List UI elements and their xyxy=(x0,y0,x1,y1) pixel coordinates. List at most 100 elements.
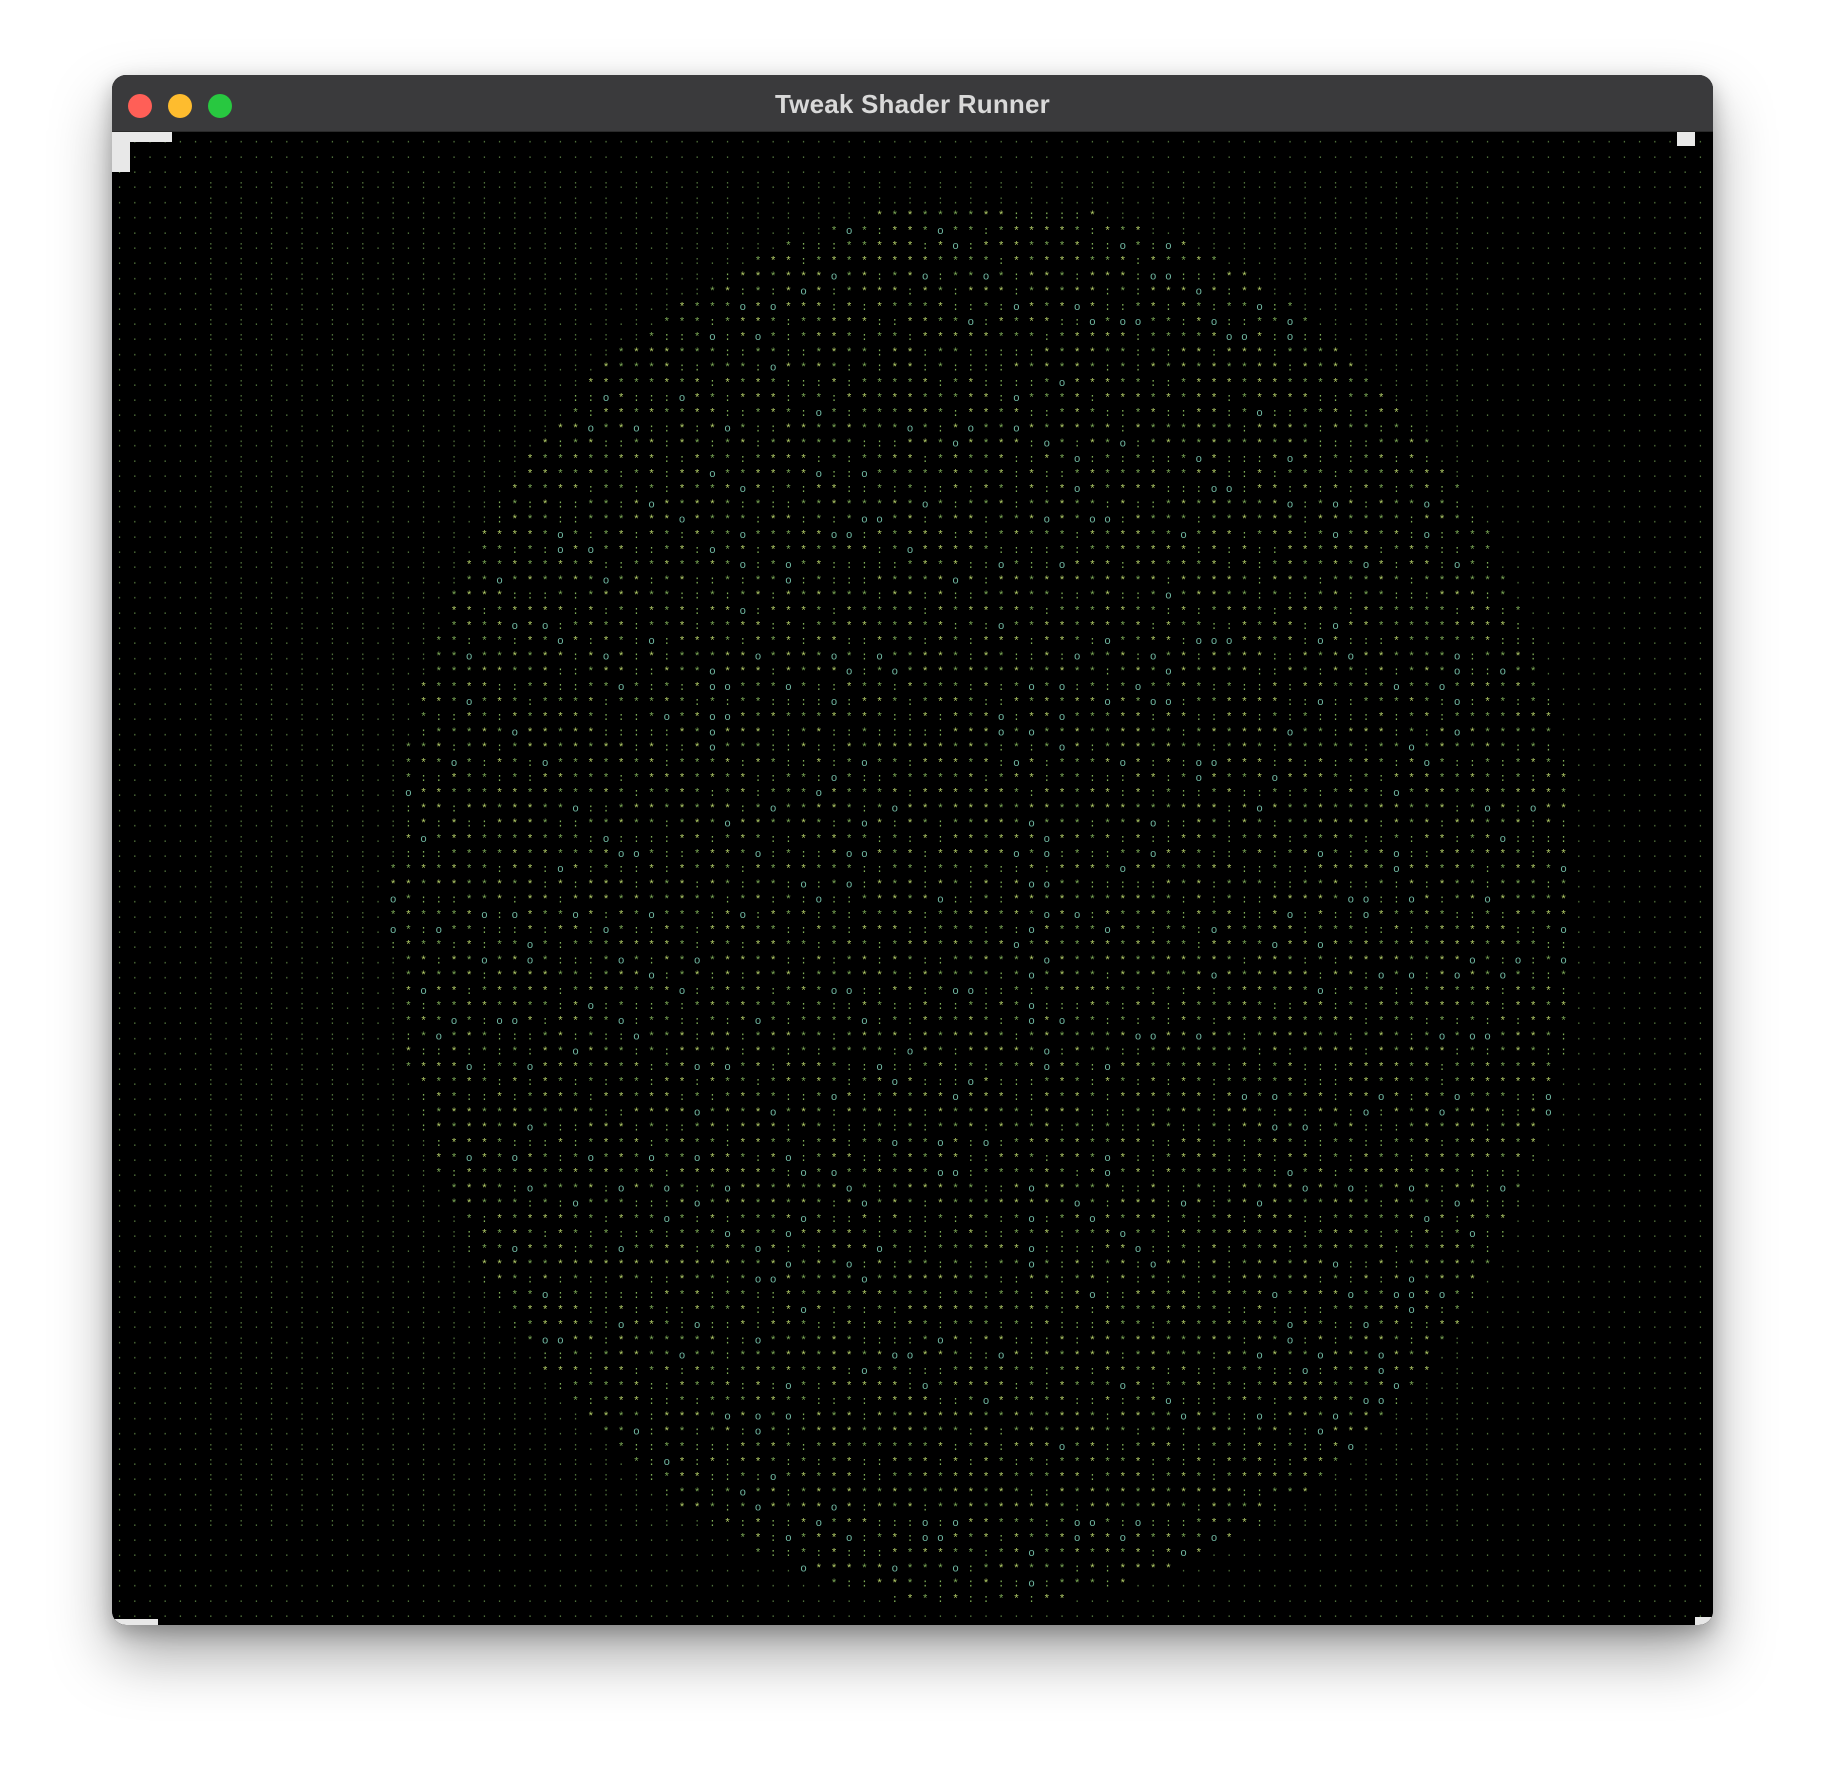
svg-text:.: . xyxy=(116,849,123,861)
svg-text:*: * xyxy=(572,575,579,587)
shader-viewport[interactable]: ........................................… xyxy=(112,132,1713,1625)
svg-text::: : xyxy=(785,758,792,770)
svg-text:.: . xyxy=(253,712,260,724)
svg-text::: : xyxy=(1393,484,1400,496)
svg-text:*: * xyxy=(876,697,883,709)
svg-text:.: . xyxy=(1667,454,1674,466)
svg-text:.: . xyxy=(1347,135,1354,147)
svg-text:.: . xyxy=(116,697,123,709)
svg-text:*: * xyxy=(1028,302,1035,314)
svg-text:o: o xyxy=(709,712,716,724)
svg-text:.: . xyxy=(466,226,473,238)
svg-text:.: . xyxy=(1515,393,1522,405)
svg-text:.: . xyxy=(223,621,230,633)
svg-text:.: . xyxy=(1499,530,1506,542)
svg-text:*: * xyxy=(527,834,534,846)
svg-text:.: . xyxy=(1667,773,1674,785)
svg-text::: : xyxy=(299,469,306,481)
svg-text::: : xyxy=(983,317,990,329)
svg-text::: : xyxy=(268,803,275,815)
svg-text:.: . xyxy=(891,135,898,147)
svg-text:.: . xyxy=(1591,545,1598,557)
svg-text:.: . xyxy=(1651,727,1658,739)
svg-text:.: . xyxy=(1408,332,1415,344)
svg-text::: : xyxy=(238,743,245,755)
svg-text:.: . xyxy=(1499,423,1506,435)
svg-text:*: * xyxy=(481,788,488,800)
svg-text:.: . xyxy=(1591,606,1598,618)
svg-text:.: . xyxy=(952,165,959,177)
svg-text::: : xyxy=(268,788,275,800)
svg-text::: : xyxy=(481,302,488,314)
svg-text::: : xyxy=(481,606,488,618)
svg-text::: : xyxy=(1454,758,1461,770)
svg-text:*: * xyxy=(1165,256,1172,268)
svg-text:.: . xyxy=(466,545,473,557)
svg-text:.: . xyxy=(1575,530,1582,542)
svg-text::: : xyxy=(998,363,1005,375)
svg-text:*: * xyxy=(694,469,701,481)
svg-text::: : xyxy=(299,180,306,192)
svg-text:*: * xyxy=(694,499,701,511)
svg-text:o: o xyxy=(1393,682,1400,694)
title-bar[interactable]: Tweak Shader Runner xyxy=(112,75,1713,132)
svg-text::: : xyxy=(466,636,473,648)
svg-text:*: * xyxy=(785,651,792,663)
svg-text::: : xyxy=(511,439,518,451)
svg-text:.: . xyxy=(1530,287,1537,299)
svg-text:.: . xyxy=(192,332,199,344)
svg-text:*: * xyxy=(1165,515,1172,527)
svg-text:.: . xyxy=(1697,347,1704,359)
svg-text:*: * xyxy=(998,667,1005,679)
svg-text:*: * xyxy=(603,636,610,648)
svg-text:*: * xyxy=(1150,575,1157,587)
svg-text::: : xyxy=(390,256,397,268)
svg-text::: : xyxy=(1545,834,1552,846)
svg-text:*: * xyxy=(1484,651,1491,663)
svg-text:.: . xyxy=(253,241,260,253)
svg-text:*: * xyxy=(1135,636,1142,648)
svg-text:*: * xyxy=(511,606,518,618)
svg-text:*: * xyxy=(1347,469,1354,481)
svg-text::: : xyxy=(1393,256,1400,268)
svg-text::: : xyxy=(359,287,366,299)
svg-text::: : xyxy=(709,378,716,390)
svg-text:*: * xyxy=(1271,727,1278,739)
svg-text:*: * xyxy=(983,241,990,253)
svg-text:*: * xyxy=(1347,682,1354,694)
svg-text:o: o xyxy=(1332,530,1339,542)
svg-text:*: * xyxy=(1332,834,1339,846)
svg-text:.: . xyxy=(1606,667,1613,679)
svg-text:.: . xyxy=(1515,408,1522,420)
svg-text:.: . xyxy=(435,621,442,633)
svg-text::: : xyxy=(1393,758,1400,770)
svg-text:*: * xyxy=(1302,363,1309,375)
svg-text:.: . xyxy=(739,226,746,238)
svg-text::: : xyxy=(952,530,959,542)
svg-text:.: . xyxy=(1667,226,1674,238)
svg-text:*: * xyxy=(511,803,518,815)
svg-text::: : xyxy=(800,758,807,770)
svg-text:.: . xyxy=(1651,530,1658,542)
svg-text:*: * xyxy=(572,408,579,420)
svg-text:.: . xyxy=(1606,484,1613,496)
svg-text:.: . xyxy=(1393,165,1400,177)
svg-text::: : xyxy=(679,743,686,755)
svg-text::: : xyxy=(268,195,275,207)
svg-text:.: . xyxy=(1241,165,1248,177)
svg-text:*: * xyxy=(1165,317,1172,329)
svg-text::: : xyxy=(359,636,366,648)
svg-text::: : xyxy=(1439,697,1446,709)
svg-text:.: . xyxy=(800,226,807,238)
svg-text::: : xyxy=(800,621,807,633)
svg-text:.: . xyxy=(1530,454,1537,466)
svg-text:.: . xyxy=(1697,606,1704,618)
svg-text:.: . xyxy=(177,651,184,663)
svg-text::: : xyxy=(359,302,366,314)
svg-text:*: * xyxy=(1256,819,1263,831)
svg-text:*: * xyxy=(724,743,731,755)
svg-text:.: . xyxy=(603,135,610,147)
svg-text::: : xyxy=(359,454,366,466)
svg-text:*: * xyxy=(1028,712,1035,724)
svg-text:.: . xyxy=(131,606,138,618)
